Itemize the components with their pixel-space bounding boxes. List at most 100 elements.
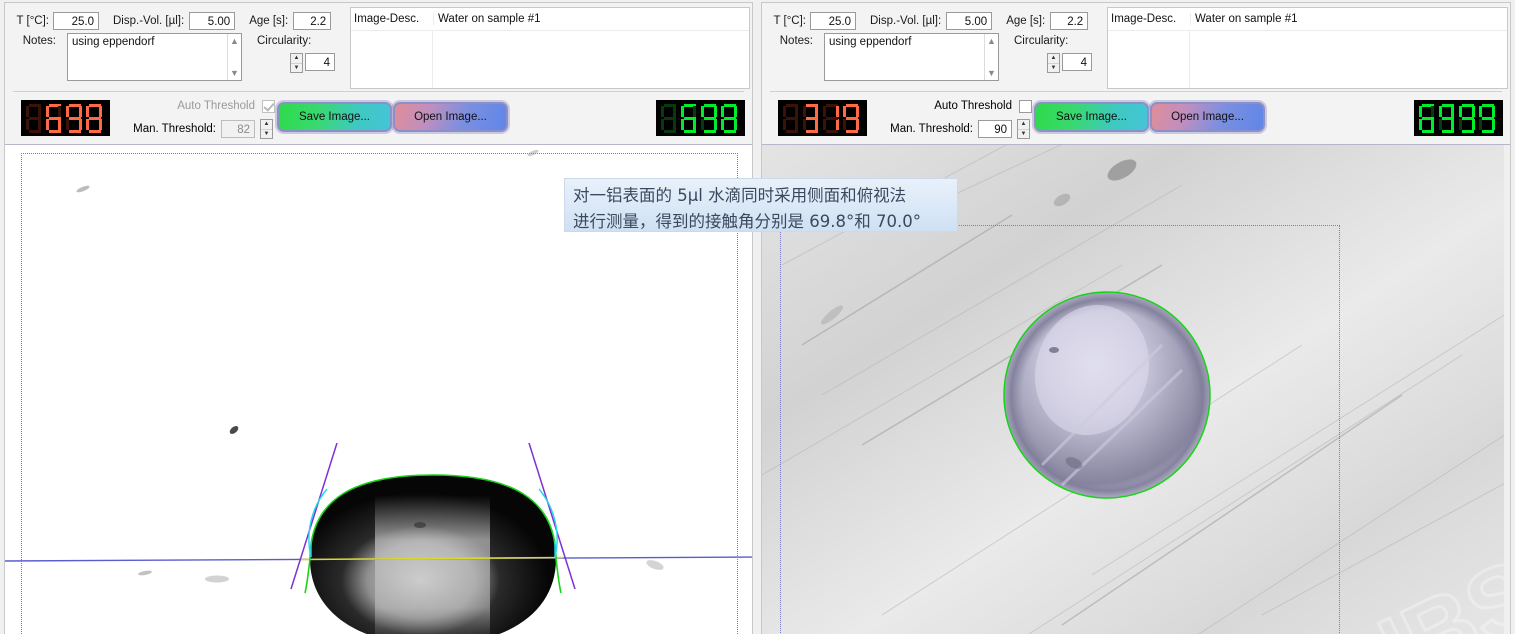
circularity-stepper[interactable]: ▲ ▼ 4 <box>1047 53 1092 73</box>
segment-c <box>714 119 717 130</box>
panel-top-view: T [°C]: 25.0 Disp.-Vol. [µl]: 5.00 Age [… <box>757 0 1515 634</box>
scroll-up-icon[interactable]: ▲ <box>987 36 996 46</box>
segment-e <box>86 119 89 130</box>
segment-f <box>661 106 664 117</box>
age-field[interactable]: 2.2 <box>293 12 331 30</box>
droplet-inclusion <box>414 522 426 528</box>
threshold-controls-right: Auto Threshold Man. Threshold: 90 ▲ ▼ <box>882 96 1032 139</box>
contour-tail-right <box>556 559 561 593</box>
segment-f <box>681 106 684 117</box>
auto-threshold-checkbox[interactable] <box>1019 100 1032 113</box>
segment-d <box>786 130 798 133</box>
seven-segment-digit <box>86 104 102 133</box>
temperature-field[interactable]: 25.0 <box>53 12 99 30</box>
man-threshold-stepper[interactable]: ▲ ▼ <box>1017 119 1030 139</box>
segment-c <box>795 119 798 130</box>
circularity-spin-buttons[interactable]: ▲ ▼ <box>1047 53 1060 73</box>
circularity-spin-buttons[interactable]: ▲ ▼ <box>290 53 303 73</box>
temperature-label: T [°C]: <box>5 15 53 27</box>
segment-b <box>815 106 818 117</box>
volume-field[interactable]: 5.00 <box>189 12 235 30</box>
notes-textarea[interactable]: using eppendorf ▲ ▼ <box>67 33 242 81</box>
seven-segment-digit <box>701 104 717 133</box>
seven-segment-decimal-point <box>42 127 45 130</box>
segment-g <box>49 117 61 120</box>
segment-e <box>721 119 724 130</box>
seven-segment-digit <box>843 104 859 133</box>
segment-f <box>1459 106 1462 117</box>
dust-speck <box>205 576 229 583</box>
circularity-label: Circularity: <box>1014 35 1068 47</box>
notes-label: Notes: <box>5 35 61 47</box>
spin-down-icon[interactable]: ▼ <box>261 129 272 139</box>
segment-f <box>823 106 826 117</box>
segment-f <box>701 106 704 117</box>
circularity-field[interactable]: 4 <box>305 53 335 71</box>
spin-down-icon[interactable]: ▼ <box>1048 63 1059 73</box>
man-threshold-field[interactable]: 82 <box>221 120 255 138</box>
segment-e <box>701 119 704 130</box>
auto-threshold-checkbox[interactable] <box>262 100 275 113</box>
scroll-down-icon[interactable]: ▼ <box>987 68 996 78</box>
age-label: Age [s]: <box>235 15 293 27</box>
spin-down-icon[interactable]: ▼ <box>291 63 302 73</box>
segment-e <box>681 119 684 130</box>
segment-f <box>803 106 806 117</box>
image-desc-value[interactable]: Water on sample #1 <box>1190 13 1507 25</box>
seven-segment-digit <box>721 104 737 133</box>
segment-e <box>66 119 69 130</box>
segment-d <box>89 130 101 133</box>
scroll-up-icon[interactable]: ▲ <box>230 36 239 46</box>
segment-f <box>783 106 786 117</box>
circularity-stepper[interactable]: ▲ ▼ 4 <box>290 53 335 73</box>
segment-d <box>664 130 676 133</box>
droplet-highlight <box>375 495 490 634</box>
image-desc-value[interactable]: Water on sample #1 <box>433 13 749 25</box>
notes-textarea[interactable]: using eppendorf ▲ ▼ <box>824 33 999 81</box>
open-image-button[interactable]: Open Image... <box>393 102 508 132</box>
man-threshold-stepper[interactable]: ▲ ▼ <box>260 119 273 139</box>
segment-b <box>1431 106 1434 117</box>
man-threshold-label: Man. Threshold: <box>133 123 216 135</box>
temperature-field[interactable]: 25.0 <box>810 12 856 30</box>
segment-b <box>856 106 859 117</box>
segment-g <box>1442 117 1454 120</box>
save-image-button[interactable]: Save Image... <box>1034 102 1149 132</box>
notes-scrollbar[interactable]: ▲ ▼ <box>984 34 998 80</box>
angle-display-red-right <box>778 100 867 136</box>
man-threshold-field[interactable]: 90 <box>978 120 1012 138</box>
segment-d <box>29 130 41 133</box>
segment-b <box>99 106 102 117</box>
dust-speck <box>138 570 152 576</box>
segment-b <box>714 106 717 117</box>
segment-c <box>673 119 676 130</box>
segment-g <box>786 117 798 120</box>
scroll-down-icon[interactable]: ▼ <box>230 68 239 78</box>
spin-down-icon[interactable]: ▼ <box>1018 129 1029 139</box>
age-field[interactable]: 2.2 <box>1050 12 1088 30</box>
spin-up-icon[interactable]: ▲ <box>1018 120 1029 129</box>
segment-b <box>79 106 82 117</box>
spin-up-icon[interactable]: ▲ <box>1048 54 1059 63</box>
volume-field[interactable]: 5.00 <box>946 12 992 30</box>
image-desc-empty-row <box>351 30 749 88</box>
segment-d <box>704 130 716 133</box>
seven-segment-digit <box>823 104 839 133</box>
open-image-button[interactable]: Open Image... <box>1150 102 1265 132</box>
caption-overlay: 对一铝表面的 5µl 水滴同时采用侧面和俯视法 进行测量，得到的接触角分别是 6… <box>564 178 958 232</box>
seven-segment-digit <box>46 104 62 133</box>
save-image-button[interactable]: Save Image... <box>277 102 392 132</box>
spin-up-icon[interactable]: ▲ <box>261 120 272 129</box>
seven-segment-decimal-point <box>1435 127 1438 130</box>
seven-segment-decimal-point <box>1475 127 1478 130</box>
measurement-form-right: T [°C]: 25.0 Disp.-Vol. [µl]: 5.00 Age [… <box>762 3 1510 91</box>
segment-d <box>1422 130 1434 133</box>
spin-up-icon[interactable]: ▲ <box>291 54 302 63</box>
circularity-field[interactable]: 4 <box>1062 53 1092 71</box>
segment-e <box>661 119 664 130</box>
segment-c <box>38 119 41 130</box>
segment-f <box>843 106 846 117</box>
seven-segment-decimal-point <box>62 127 65 130</box>
notes-scrollbar[interactable]: ▲ ▼ <box>227 34 241 80</box>
segment-g <box>704 117 716 120</box>
